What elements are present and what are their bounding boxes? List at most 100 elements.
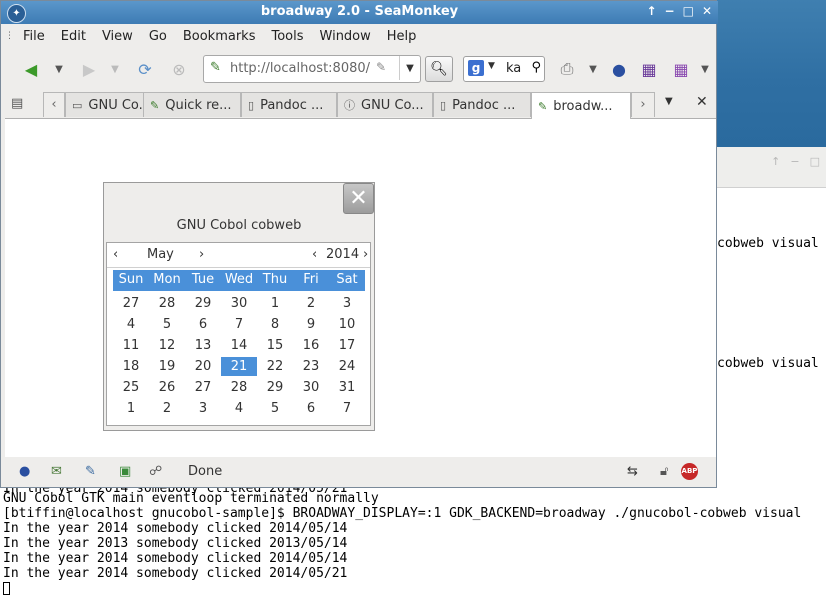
- calendar-day[interactable]: 12: [149, 336, 185, 355]
- menu-edit[interactable]: Edit: [56, 27, 91, 46]
- search-input[interactable]: ka: [506, 61, 521, 76]
- calendar-day[interactable]: 5: [257, 399, 293, 418]
- composer-icon[interactable]: ✎: [85, 464, 96, 479]
- calendar-day[interactable]: 20: [185, 357, 221, 376]
- url-bar[interactable]: ✎ http://localhost:8080/ ✎ ▼: [203, 55, 421, 83]
- back-arrow-icon[interactable]: ◀: [19, 58, 43, 80]
- calendar-day[interactable]: 29: [185, 294, 221, 313]
- calendar-day[interactable]: 24: [329, 357, 365, 376]
- tab-pandoc-2[interactable]: ▯ Pandoc ...: [433, 92, 531, 117]
- seamonkey-icon[interactable]: ●: [607, 58, 631, 80]
- addons-icon[interactable]: ▦: [637, 58, 661, 80]
- url-dropdown-icon[interactable]: ▼: [399, 56, 420, 80]
- stop-icon[interactable]: ⊗: [167, 58, 191, 80]
- calendar-day[interactable]: 17: [329, 336, 365, 355]
- window-close-button[interactable]: ✕: [702, 4, 712, 18]
- calendar-day[interactable]: 13: [185, 336, 221, 355]
- menu-bookmarks[interactable]: Bookmarks: [178, 27, 261, 46]
- back-dropdown-icon[interactable]: ▼: [53, 58, 65, 80]
- forward-arrow-icon[interactable]: ▶: [77, 58, 101, 80]
- print-dropdown-icon[interactable]: ▼: [587, 58, 599, 80]
- calendar-day[interactable]: 11: [113, 336, 149, 355]
- toolbar-overflow-icon[interactable]: ▼: [699, 58, 711, 80]
- calendar-day[interactable]: 6: [185, 315, 221, 334]
- calendar-day[interactable]: 16: [293, 336, 329, 355]
- window-maximize-button[interactable]: □: [683, 4, 694, 18]
- calendar-day[interactable]: 2: [293, 294, 329, 313]
- mail-icon[interactable]: ✉: [51, 464, 62, 479]
- menu-go[interactable]: Go: [144, 27, 172, 46]
- close-tab-icon[interactable]: ✕: [696, 94, 708, 110]
- tab-scroll-right-icon[interactable]: ›: [631, 92, 655, 117]
- calendar-day[interactable]: 29: [257, 378, 293, 397]
- calendar-day[interactable]: 26: [149, 378, 185, 397]
- calendar-day[interactable]: 4: [113, 315, 149, 334]
- calendar-day[interactable]: 23: [293, 357, 329, 376]
- search-magnifier-icon[interactable]: ⚲: [531, 60, 541, 75]
- calendar-day[interactable]: 8: [257, 315, 293, 334]
- tab-scroll-left-icon[interactable]: ‹: [43, 92, 65, 117]
- chat-icon[interactable]: ☍: [149, 464, 162, 479]
- url-input[interactable]: http://localhost:8080/: [230, 61, 370, 76]
- tab-gnu-cobol[interactable]: ▭ GNU Co...: [65, 92, 145, 117]
- calendar-day[interactable]: 1: [113, 399, 149, 418]
- grid-icon[interactable]: ▦: [669, 58, 693, 80]
- calendar-day[interactable]: 30: [221, 294, 257, 313]
- calendar-day[interactable]: 7: [329, 399, 365, 418]
- print-icon[interactable]: ⎙: [555, 58, 579, 80]
- search-box[interactable]: g ▼ ka ⚲: [463, 56, 545, 82]
- search-go-button[interactable]: 🔍︎: [425, 56, 453, 82]
- prev-month-icon[interactable]: ‹: [113, 247, 118, 262]
- calendar-day[interactable]: 4: [221, 399, 257, 418]
- tab-pandoc[interactable]: ▯ Pandoc ...: [241, 92, 337, 117]
- forward-dropdown-icon[interactable]: ▼: [109, 58, 121, 80]
- calendar-day[interactable]: 27: [113, 294, 149, 313]
- next-month-icon[interactable]: ›: [199, 247, 204, 262]
- calendar-day[interactable]: 30: [293, 378, 329, 397]
- tab-list-icon[interactable]: ▤: [11, 96, 23, 111]
- search-engine-dropdown-icon[interactable]: ▼: [488, 61, 495, 71]
- window-minimize-button[interactable]: −: [665, 4, 675, 18]
- calendar[interactable]: ‹ May › ‹ 2014 › Sun Mon Tue Wed Thu Fri Sat 2…: [106, 242, 371, 426]
- terminal-up-icon[interactable]: ↑: [771, 155, 780, 168]
- calendar-day[interactable]: 28: [149, 294, 185, 313]
- adblock-icon[interactable]: ABP: [681, 463, 698, 480]
- terminal-maximize-icon[interactable]: □: [810, 155, 820, 168]
- calendar-day[interactable]: 10: [329, 315, 365, 334]
- prev-year-icon[interactable]: ‹: [312, 247, 317, 262]
- calendar-day[interactable]: 3: [185, 399, 221, 418]
- calendar-day[interactable]: 18: [113, 357, 149, 376]
- calendar-day[interactable]: 2: [149, 399, 185, 418]
- address-book-icon[interactable]: ▣: [119, 464, 131, 479]
- terminal-minimize-icon[interactable]: −: [790, 155, 799, 168]
- calendar-day[interactable]: 28: [221, 378, 257, 397]
- tab-gnu-cobol-2[interactable]: ⓘ GNU Co...: [337, 92, 433, 117]
- reload-icon[interactable]: ⟳: [133, 58, 157, 80]
- menu-window[interactable]: Window: [315, 27, 376, 46]
- calendar-day[interactable]: 1: [257, 294, 293, 313]
- calendar-day[interactable]: 14: [221, 336, 257, 355]
- all-tabs-dropdown-icon[interactable]: ▼: [665, 96, 673, 107]
- search-engine-icon[interactable]: g: [468, 60, 484, 76]
- tab-broadway-active[interactable]: ✎ broadw...: [531, 92, 631, 119]
- calendar-day[interactable]: 9: [293, 315, 329, 334]
- calendar-day[interactable]: 22: [257, 357, 293, 376]
- security-lock-icon[interactable]: 🔓︎: [660, 464, 668, 479]
- navigator-icon[interactable]: ●: [19, 464, 30, 479]
- calendar-day[interactable]: 3: [329, 294, 365, 313]
- calendar-day[interactable]: 31: [329, 378, 365, 397]
- calendar-day[interactable]: 27: [185, 378, 221, 397]
- calendar-day[interactable]: 15: [257, 336, 293, 355]
- dialog-close-button[interactable]: ✕: [343, 183, 374, 214]
- calendar-day[interactable]: 5: [149, 315, 185, 334]
- tab-quick-ref[interactable]: ✎ Quick re...: [143, 92, 241, 117]
- calendar-day[interactable]: 19: [149, 357, 185, 376]
- calendar-day[interactable]: 21: [221, 357, 257, 376]
- calendar-day[interactable]: 6: [293, 399, 329, 418]
- calendar-day[interactable]: 25: [113, 378, 149, 397]
- menu-tools[interactable]: Tools: [266, 27, 308, 46]
- calendar-day[interactable]: 7: [221, 315, 257, 334]
- menu-view[interactable]: View: [97, 27, 138, 46]
- next-year-icon[interactable]: ›: [363, 247, 368, 262]
- window-up-button[interactable]: ↑: [646, 4, 656, 18]
